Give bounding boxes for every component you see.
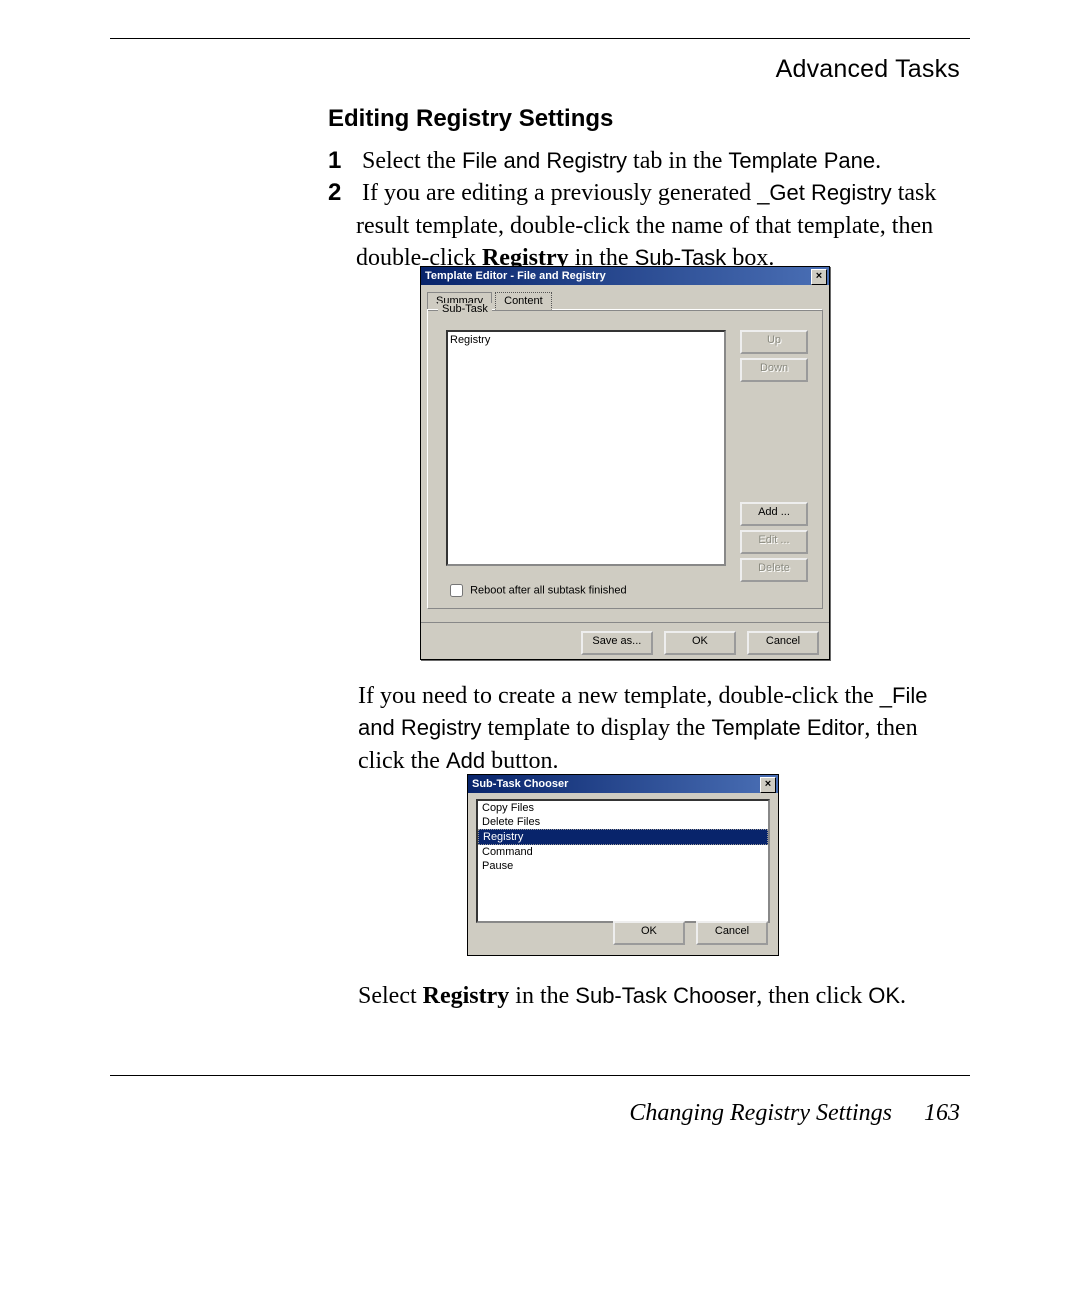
list-item[interactable]: Command [478, 845, 768, 859]
ui-term: Template Pane [728, 148, 875, 173]
titlebar[interactable]: Template Editor - File and Registry × [421, 267, 829, 285]
ui-term: OK [868, 983, 900, 1008]
footer-title: Changing Registry Settings [629, 1100, 892, 1126]
reboot-checkbox[interactable] [450, 584, 463, 597]
text: Select [358, 983, 423, 1009]
step-1-text-e: . [875, 148, 881, 174]
dialog-button-bar: Save as... OK Cancel [421, 622, 829, 659]
subtask-groupbox: Sub-Task Registry Up Down Add ... Edit .… [427, 309, 823, 609]
subtask-listbox[interactable]: Registry [446, 330, 726, 566]
text: If you need to create a new template, do… [358, 683, 880, 709]
text: in the [509, 983, 575, 1009]
close-icon[interactable]: × [811, 269, 827, 285]
list-item[interactable]: Pause [478, 859, 768, 873]
rule-bottom [110, 1075, 970, 1076]
list-item[interactable]: Registry [450, 334, 722, 346]
delete-button[interactable]: Delete [740, 558, 808, 582]
paragraph-select-registry: Select Registry in the Sub-Task Chooser,… [358, 980, 960, 1012]
add-button[interactable]: Add ... [740, 502, 808, 526]
step-1-text-c: tab in the [627, 148, 728, 174]
list-item-selected[interactable]: Registry [478, 829, 768, 845]
step-number: 2 [328, 177, 356, 209]
step-number: 1 [328, 145, 356, 177]
ui-term: Template Editor [711, 715, 864, 740]
save-as-button[interactable]: Save as... [581, 631, 653, 655]
rule-top [110, 38, 970, 39]
text: , then click [756, 983, 868, 1009]
ui-term: Add [446, 748, 485, 773]
section-heading: Editing Registry Settings [328, 105, 613, 133]
text: button. [485, 748, 558, 774]
close-icon[interactable]: × [760, 777, 776, 793]
groupbox-label: Sub-Task [438, 303, 492, 315]
text: . [900, 983, 906, 1009]
step-2: 2 If you are editing a previously genera… [328, 177, 960, 274]
list-item[interactable]: Delete Files [478, 815, 768, 829]
dialog-button-bar: OK Cancel [605, 921, 768, 949]
step-1-text-a: Select the [362, 148, 462, 174]
steps-block: 1 Select the File and Registry tab in th… [328, 145, 960, 275]
subtask-list[interactable]: Copy Files Delete Files Registry Command… [476, 799, 770, 923]
ok-button[interactable]: OK [613, 921, 685, 945]
reboot-checkbox-label: Reboot after all subtask finished [470, 584, 627, 596]
bold-term: Registry [423, 983, 510, 1009]
ok-button[interactable]: OK [664, 631, 736, 655]
subtask-chooser-dialog: Sub-Task Chooser × Copy Files Delete Fil… [467, 774, 779, 956]
down-button[interactable]: Down [740, 358, 808, 382]
step-1: 1 Select the File and Registry tab in th… [328, 145, 960, 177]
ui-term: Sub-Task Chooser [575, 983, 756, 1008]
reboot-checkbox-row: Reboot after all subtask finished [446, 581, 627, 600]
page-footer: Changing Registry Settings 163 [629, 1100, 960, 1127]
page-number: 163 [924, 1100, 960, 1126]
template-editor-dialog: Template Editor - File and Registry × Su… [420, 266, 830, 660]
ui-term: File and Registry [462, 148, 627, 173]
running-header: Advanced Tasks [776, 55, 960, 84]
step-2-text-a: If you are editing a previously generate… [362, 180, 757, 206]
ui-term: _Get Registry [757, 180, 892, 205]
dialog-title: Sub-Task Chooser [472, 778, 568, 790]
text: template to display the [482, 715, 712, 741]
list-item[interactable]: Copy Files [478, 801, 768, 815]
titlebar[interactable]: Sub-Task Chooser × [468, 775, 778, 793]
paragraph-new-template: If you need to create a new template, do… [358, 680, 960, 777]
up-button[interactable]: Up [740, 330, 808, 354]
dialog-title: Template Editor - File and Registry [425, 270, 606, 282]
cancel-button[interactable]: Cancel [696, 921, 768, 945]
tab-content[interactable]: Content [495, 292, 552, 310]
edit-button[interactable]: Edit ... [740, 530, 808, 554]
cancel-button[interactable]: Cancel [747, 631, 819, 655]
